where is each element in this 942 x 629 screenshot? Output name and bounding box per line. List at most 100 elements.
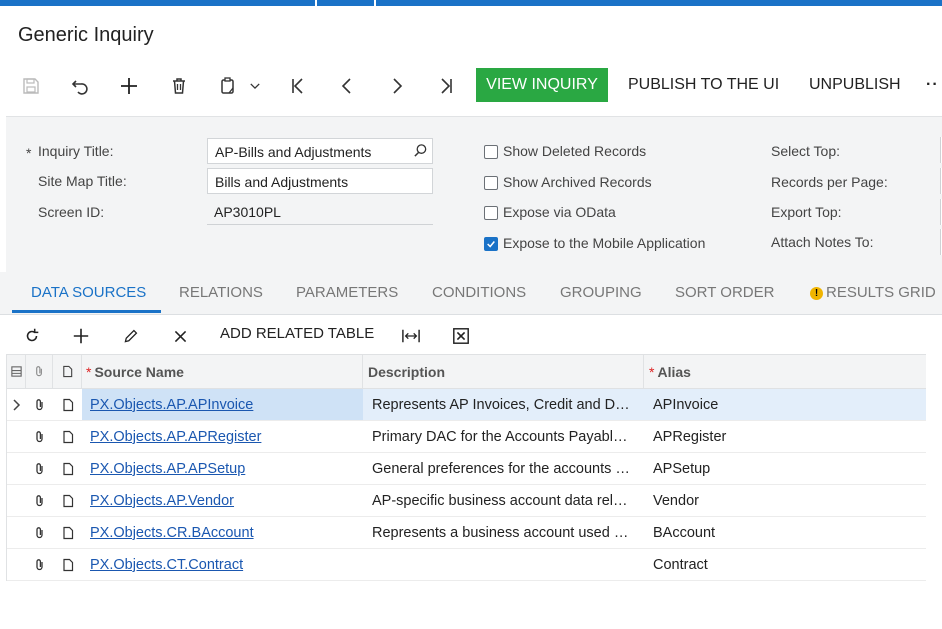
- alias-cell[interactable]: Vendor: [644, 485, 926, 516]
- alias-cell[interactable]: APRegister: [644, 421, 926, 452]
- delete-icon[interactable]: [165, 72, 193, 100]
- note-icon[interactable]: [53, 485, 82, 516]
- table-row[interactable]: PX.Objects.CT.Contract Contract: [7, 549, 926, 581]
- top-nav-divider: [315, 0, 317, 6]
- source-name-cell[interactable]: PX.Objects.CR.BAccount: [82, 517, 363, 548]
- prev-page-icon[interactable]: [333, 72, 361, 100]
- attachment-icon[interactable]: [26, 389, 53, 420]
- delete-row-icon[interactable]: [168, 324, 192, 348]
- alias-cell[interactable]: APSetup: [644, 453, 926, 484]
- chevron-down-icon[interactable]: [242, 72, 268, 100]
- description-header[interactable]: Description: [363, 355, 644, 388]
- alias-value: APSetup: [653, 460, 711, 477]
- alias-cell[interactable]: APInvoice: [644, 389, 926, 420]
- site-map-title-label: Site Map Title:: [38, 173, 127, 189]
- description-cell[interactable]: Represents a business account used …: [363, 517, 644, 548]
- source-name-cell[interactable]: PX.Objects.AP.APInvoice: [82, 389, 363, 420]
- refresh-icon[interactable]: [20, 324, 44, 348]
- view-inquiry-button[interactable]: VIEW INQUIRY: [476, 68, 608, 102]
- row-selector[interactable]: [7, 517, 26, 548]
- row-selector-icon: [7, 355, 26, 388]
- save-icon[interactable]: [17, 72, 45, 100]
- table-row[interactable]: PX.Objects.AP.APInvoice Represents AP Inv…: [7, 389, 926, 421]
- alias-cell[interactable]: BAccount: [644, 517, 926, 548]
- source-name-cell[interactable]: PX.Objects.AP.APRegister: [82, 421, 363, 452]
- note-icon[interactable]: [53, 389, 82, 420]
- note-icon[interactable]: [53, 453, 82, 484]
- note-icon[interactable]: [53, 549, 82, 580]
- source-name-link[interactable]: PX.Objects.CR.BAccount: [90, 525, 254, 541]
- show-archived-records-checkbox[interactable]: [484, 176, 498, 190]
- tab-results-grid[interactable]: ! RESULTS GRID: [810, 284, 936, 301]
- source-name-link[interactable]: PX.Objects.CT.Contract: [90, 557, 243, 573]
- row-selector[interactable]: [7, 549, 26, 580]
- screen-id-label: Screen ID:: [38, 204, 105, 220]
- alias-header-label: Alias: [657, 363, 691, 380]
- attachment-icon[interactable]: [26, 421, 53, 452]
- row-selector[interactable]: [7, 389, 26, 420]
- attachment-icon[interactable]: [26, 549, 53, 580]
- export-excel-icon[interactable]: [449, 324, 473, 348]
- source-name-cell[interactable]: PX.Objects.AP.Vendor: [82, 485, 363, 516]
- show-deleted-records-label: Show Deleted Records: [503, 143, 647, 159]
- screen-id-value: AP3010PL: [214, 204, 281, 220]
- site-map-title-field[interactable]: Bills and Adjustments: [207, 168, 433, 194]
- table-row[interactable]: PX.Objects.CR.BAccount Represents a busin…: [7, 517, 926, 549]
- description-value: Primary DAC for the Accounts Payabl…: [372, 428, 628, 445]
- fit-columns-icon[interactable]: [399, 324, 423, 348]
- edit-icon[interactable]: [118, 324, 142, 348]
- alias-header[interactable]: * Alias: [644, 355, 926, 388]
- source-name-link[interactable]: PX.Objects.AP.Vendor: [90, 493, 234, 509]
- export-top-label: Export Top:: [771, 204, 842, 220]
- attachment-icon[interactable]: [26, 517, 53, 548]
- description-cell[interactable]: General preferences for the accounts …: [363, 453, 644, 484]
- inquiry-title-value: AP-Bills and Adjustments: [215, 144, 372, 160]
- expose-via-odata-checkbox[interactable]: [484, 206, 498, 220]
- attachment-icon[interactable]: [26, 485, 53, 516]
- expose-mobile-app-checkbox[interactable]: [484, 237, 498, 251]
- note-icon[interactable]: [53, 421, 82, 452]
- source-name-cell[interactable]: PX.Objects.CT.Contract: [82, 549, 363, 580]
- tab-parameters[interactable]: PARAMETERS: [296, 284, 398, 301]
- table-row[interactable]: PX.Objects.AP.APRegister Primary DAC for …: [7, 421, 926, 453]
- row-selector[interactable]: [7, 421, 26, 452]
- source-name-link[interactable]: PX.Objects.AP.APSetup: [90, 461, 245, 477]
- source-name-cell[interactable]: PX.Objects.AP.APSetup: [82, 453, 363, 484]
- row-selector[interactable]: [7, 453, 26, 484]
- table-row[interactable]: PX.Objects.AP.APSetup General preferences…: [7, 453, 926, 485]
- row-selector[interactable]: [7, 485, 26, 516]
- tab-bar: DATA SOURCES RELATIONS PARAMETERS CONDIT…: [0, 272, 942, 315]
- note-icon[interactable]: [53, 517, 82, 548]
- last-page-icon[interactable]: [432, 72, 460, 100]
- tab-sort-order[interactable]: SORT ORDER: [675, 284, 774, 301]
- tab-data-sources[interactable]: DATA SOURCES: [31, 284, 146, 301]
- table-row[interactable]: PX.Objects.AP.Vendor AP-specific business…: [7, 485, 926, 517]
- tab-conditions[interactable]: CONDITIONS: [432, 284, 526, 301]
- add-related-table-button[interactable]: ADD RELATED TABLE: [220, 325, 374, 342]
- warning-icon: !: [810, 287, 823, 300]
- description-cell[interactable]: AP-specific business account data rel…: [363, 485, 644, 516]
- source-name-link[interactable]: PX.Objects.AP.APRegister: [90, 429, 261, 445]
- unpublish-button[interactable]: UNPUBLISH: [809, 68, 901, 102]
- add-icon[interactable]: [115, 72, 143, 100]
- next-page-icon[interactable]: [383, 72, 411, 100]
- alias-cell[interactable]: Contract: [644, 549, 926, 580]
- tab-relations[interactable]: RELATIONS: [179, 284, 263, 301]
- undo-icon[interactable]: [66, 72, 94, 100]
- search-icon[interactable]: [413, 143, 428, 161]
- description-cell[interactable]: Primary DAC for the Accounts Payabl…: [363, 421, 644, 452]
- show-deleted-records-checkbox[interactable]: [484, 145, 498, 159]
- source-name-header[interactable]: * Source Name: [82, 355, 363, 388]
- description-cell[interactable]: Represents AP Invoices, Credit and D…: [363, 389, 644, 420]
- more-menu-button[interactable]: ··: [926, 68, 939, 102]
- top-nav-bar: [0, 0, 942, 6]
- publish-to-ui-button[interactable]: PUBLISH TO THE UI: [628, 68, 779, 102]
- add-row-icon[interactable]: [69, 324, 93, 348]
- first-page-icon[interactable]: [284, 72, 312, 100]
- attachment-icon[interactable]: [26, 453, 53, 484]
- tab-grouping[interactable]: GROUPING: [560, 284, 642, 301]
- inquiry-title-field[interactable]: AP-Bills and Adjustments: [207, 138, 433, 164]
- description-cell[interactable]: [363, 549, 644, 580]
- source-name-link[interactable]: PX.Objects.AP.APInvoice: [90, 397, 253, 413]
- copy-paste-icon[interactable]: [214, 72, 242, 100]
